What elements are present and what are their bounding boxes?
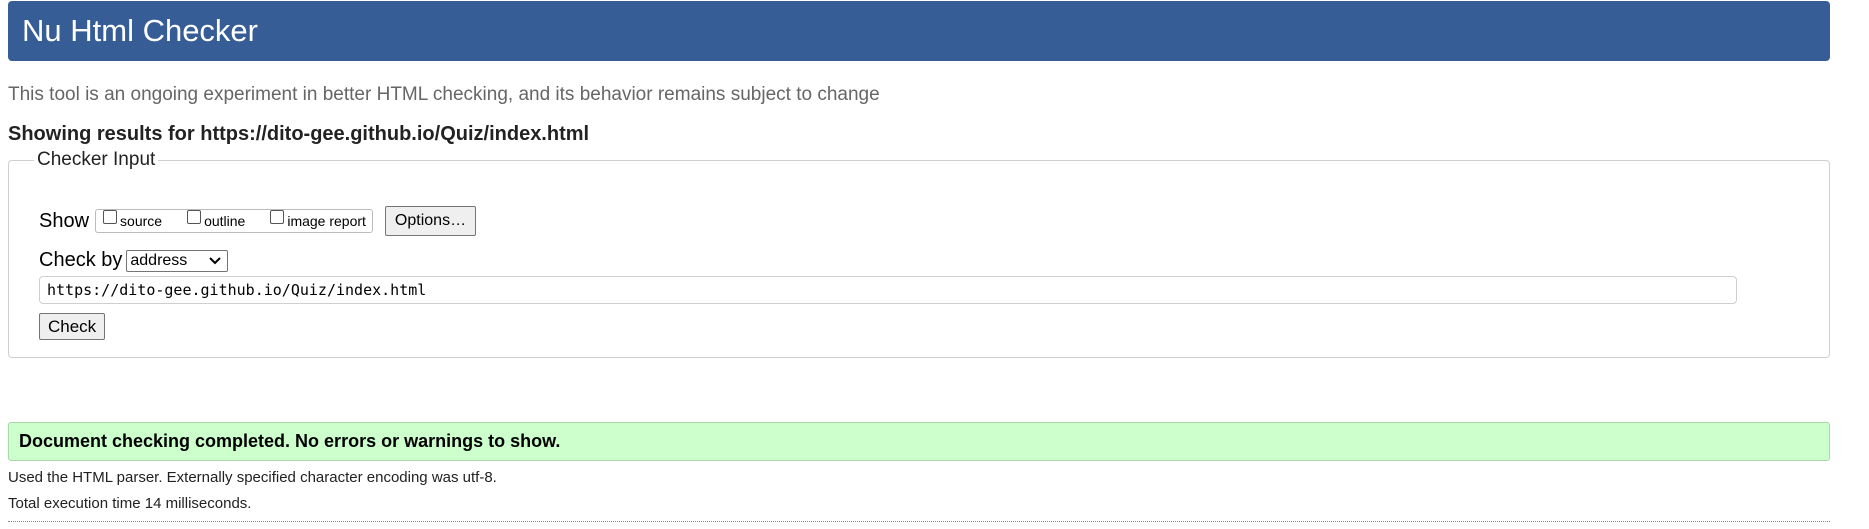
show-label: Show [39, 209, 90, 232]
outline-checkbox[interactable] [187, 210, 202, 224]
check-button[interactable]: Check [39, 313, 106, 340]
show-row: Show source outline image report Options… [39, 206, 477, 236]
page-title: Nu Html Checker [22, 13, 258, 48]
check-by-select[interactable]: address [126, 249, 229, 272]
checker-input-legend: Checker Input [34, 149, 159, 171]
chevron-down-icon [209, 256, 222, 264]
image-report-checkbox[interactable] [270, 210, 285, 224]
intro-text: This tool is an ongoing experiment in be… [8, 84, 880, 105]
source-checkbox[interactable] [103, 210, 118, 224]
results-heading: Showing results for https://dito-gee.git… [8, 123, 590, 145]
show-options-group: source outline image report [95, 209, 373, 233]
checker-input-fieldset: Checker Input Show source outline image … [8, 149, 1830, 358]
header-bar: Nu Html Checker [8, 1, 1830, 61]
image-report-checkbox-label[interactable]: image report [287, 213, 366, 229]
check-by-selected-value: address [130, 251, 188, 269]
source-checkbox-label[interactable]: source [120, 213, 162, 229]
success-message: Document checking completed. No errors o… [8, 422, 1830, 461]
check-by-label: Check by [39, 249, 123, 271]
url-input-value: https://dito-gee.github.io/Quiz/index.ht… [47, 281, 427, 299]
divider [8, 521, 1830, 522]
options-button[interactable]: Options… [384, 206, 477, 236]
outline-checkbox-label[interactable]: outline [204, 213, 245, 229]
page: Nu Html Checker This tool is an ongoing … [0, 0, 1869, 529]
url-input[interactable]: https://dito-gee.github.io/Quiz/index.ht… [39, 276, 1737, 304]
parser-note: Used the HTML parser. Externally specifi… [8, 469, 497, 486]
check-by-row: Check by address [39, 249, 229, 272]
execution-time: Total execution time 14 milliseconds. [8, 495, 252, 512]
